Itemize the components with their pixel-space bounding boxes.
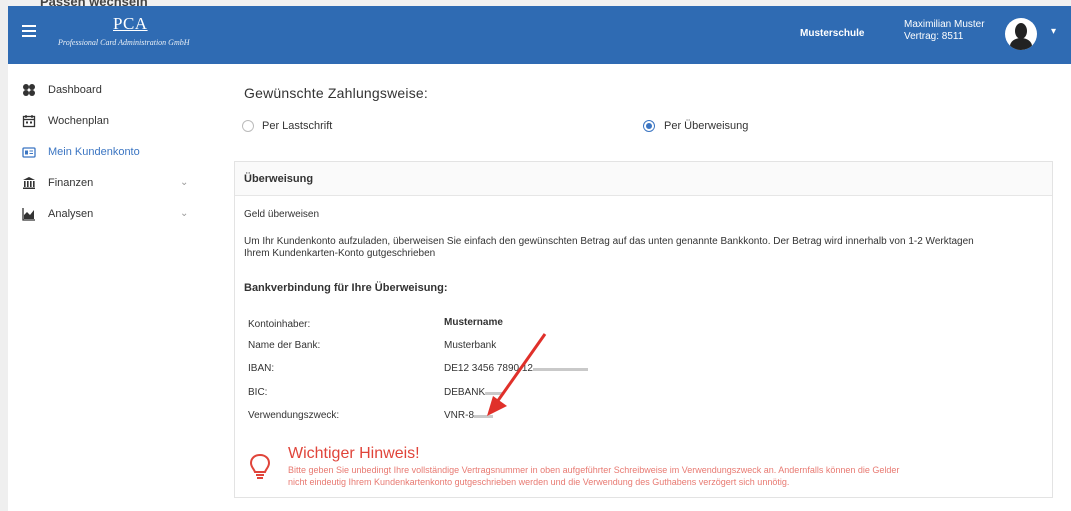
radio-ueberweisung-label[interactable]: Per Überweisung xyxy=(664,120,748,132)
radio-ueberweisung[interactable] xyxy=(643,120,655,132)
sidebar: Dashboard Wochenplan Mein Kundenkonto Fi… xyxy=(8,64,212,511)
payment-method-title: Gewünschte Zahlungsweise: xyxy=(244,85,428,101)
user-contract: Vertrag: 8511 xyxy=(904,31,964,42)
notice-line-1: Bitte geben Sie unbedingt Ihre vollständ… xyxy=(288,465,900,475)
user-name: Maximilian Muster xyxy=(904,19,985,30)
top-header: PCA Professional Card Administration Gmb… xyxy=(8,6,1071,64)
id-card-icon xyxy=(22,147,36,158)
chevron-down-icon[interactable]: ⌄ xyxy=(180,177,188,188)
dashboard-icon xyxy=(23,84,35,96)
sidebar-item-wochenplan[interactable]: Wochenplan xyxy=(8,107,212,137)
company-logo[interactable]: PCA Professional Card Administration Gmb… xyxy=(58,14,218,54)
sidebar-item-label: Dashboard xyxy=(48,84,102,96)
avatar[interactable] xyxy=(1005,18,1037,50)
important-notice-title: Wichtiger Hinweis! xyxy=(288,445,420,462)
radio-lastschrift-label[interactable]: Per Lastschrift xyxy=(262,120,332,132)
sidebar-item-label: Wochenplan xyxy=(48,115,109,127)
calendar-icon xyxy=(22,115,36,128)
transfer-card: Überweisung Geld überweisen Um Ihr Kunde… xyxy=(234,161,1053,498)
school-name[interactable]: Musterschule xyxy=(800,28,864,39)
menu-icon[interactable] xyxy=(22,25,36,39)
logo-subtitle: Professional Card Administration GmbH xyxy=(58,38,190,47)
main-content: Gewünschte Zahlungsweise: Per Lastschrif… xyxy=(212,64,1071,511)
important-notice-body: Bitte geben Sie unbedingt Ihre vollständ… xyxy=(288,464,1048,488)
radio-lastschrift[interactable] xyxy=(242,120,254,132)
sidebar-item-label: Analysen xyxy=(48,208,94,220)
bank-icon xyxy=(23,177,35,189)
sidebar-item-label: Finanzen xyxy=(48,177,94,189)
notice-line-2: nicht eindeutig Ihrem Kundenkartenkonto … xyxy=(288,477,790,487)
lightbulb-icon xyxy=(249,453,271,479)
sidebar-item-analysen[interactable]: Analysen ⌄ xyxy=(8,200,212,230)
user-info[interactable]: Maximilian Muster Vertrag: 8511 xyxy=(904,19,985,43)
logo-mark: PCA xyxy=(113,14,148,33)
sidebar-item-kundenkonto[interactable]: Mein Kundenkonto xyxy=(8,138,212,168)
sidebar-item-label: Mein Kundenkonto xyxy=(48,146,140,158)
chevron-down-icon[interactable]: ⌄ xyxy=(180,208,188,219)
sidebar-item-dashboard[interactable]: Dashboard xyxy=(8,76,212,106)
area-chart-icon xyxy=(22,208,35,221)
sidebar-item-finanzen[interactable]: Finanzen ⌄ xyxy=(8,169,212,199)
scan-left-edge xyxy=(0,0,8,511)
chevron-down-icon[interactable]: ▾ xyxy=(1051,26,1056,37)
